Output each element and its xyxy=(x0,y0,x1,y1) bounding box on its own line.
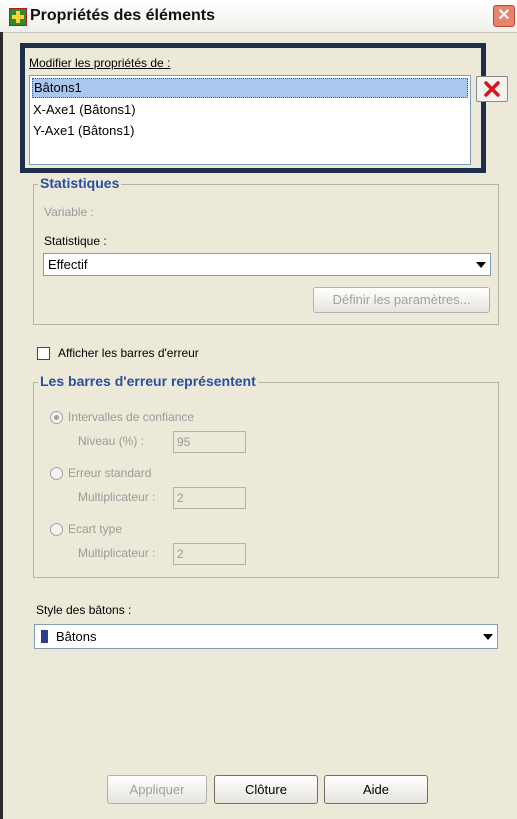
error-bars-legend: Les barres d'erreur représentent xyxy=(38,373,258,389)
statistic-value: Effectif xyxy=(48,257,88,272)
chevron-down-icon[interactable] xyxy=(483,634,493,640)
statistics-legend: Statistiques xyxy=(38,175,122,191)
chevron-down-icon[interactable] xyxy=(476,262,486,268)
standard-error-multiplier-field[interactable]: 2 xyxy=(173,487,246,509)
confidence-interval-label: Intervalles de confiance xyxy=(68,410,195,424)
modify-label-text: Modifier les propriétés de : xyxy=(29,56,171,70)
statistic-label: Statistique : xyxy=(44,234,107,248)
std-deviation-radio[interactable] xyxy=(50,523,63,536)
list-item[interactable]: Bâtons1 xyxy=(32,78,468,98)
close-window-button[interactable]: ✕ xyxy=(493,5,515,27)
multiplier-label: Multiplicateur : xyxy=(78,490,156,504)
window-left-border xyxy=(0,32,3,819)
error-bars-checkbox[interactable] xyxy=(37,347,50,360)
bar-style-icon xyxy=(41,630,48,643)
bar-style-dropdown[interactable]: Bâtons xyxy=(34,624,498,649)
std-deviation-label: Ecart type xyxy=(68,522,123,536)
define-parameters-button[interactable]: Définir les paramètres... xyxy=(313,287,490,313)
confidence-interval-radio[interactable] xyxy=(50,411,63,424)
delete-element-button[interactable] xyxy=(476,76,508,102)
element-list[interactable]: Bâtons1 X-Axe1 (Bâtons1) Y-Axe1 (Bâtons1… xyxy=(29,75,471,165)
error-bars-checkbox-label[interactable]: Afficher les barres d'erreur xyxy=(58,346,199,360)
statistic-dropdown[interactable]: Effectif xyxy=(43,253,491,276)
std-deviation-multiplier-field[interactable]: 2 xyxy=(173,543,246,565)
list-item[interactable]: X-Axe1 (Bâtons1) xyxy=(32,100,136,120)
apply-button[interactable]: Appliquer xyxy=(107,775,207,804)
app-icon xyxy=(9,8,27,26)
window-title: Propriétés des éléments xyxy=(30,7,215,24)
close-button[interactable]: Clôture xyxy=(214,775,318,804)
standard-error-radio[interactable] xyxy=(50,467,63,480)
standard-error-label: Erreur standard xyxy=(68,466,152,480)
dialog-window: Propriétés des éléments ✕ Modifier les p… xyxy=(0,0,517,819)
list-item[interactable]: Y-Axe1 (Bâtons1) xyxy=(32,121,134,141)
bar-style-label: Style des bâtons : xyxy=(36,603,132,617)
multiplier-label: Multiplicateur : xyxy=(78,546,156,560)
level-field[interactable]: 95 xyxy=(173,431,246,453)
variable-label: Variable : xyxy=(44,205,94,219)
level-label: Niveau (%) : xyxy=(78,434,145,448)
help-button[interactable]: Aide xyxy=(324,775,428,804)
bar-style-value: Bâtons xyxy=(56,629,97,644)
close-icon: ✕ xyxy=(497,7,511,24)
modify-label: Modifier les propriétés de : xyxy=(29,56,170,70)
title-bar[interactable]: Propriétés des éléments ✕ xyxy=(0,0,517,33)
delete-x-icon xyxy=(484,81,500,97)
